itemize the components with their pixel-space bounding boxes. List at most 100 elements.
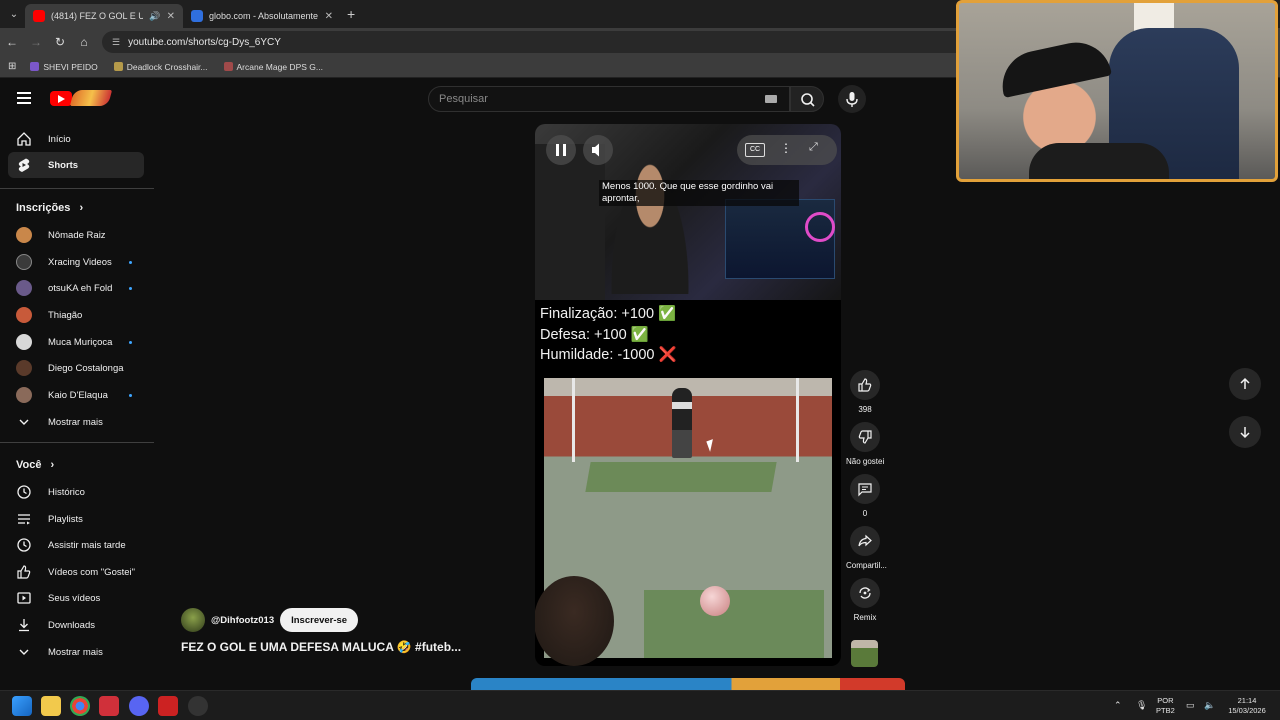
tray-expand-icon[interactable]: ⌃: [1114, 700, 1122, 710]
windows-start-icon[interactable]: [12, 696, 32, 716]
new-tab-icon[interactable]: +: [347, 6, 355, 22]
short-title[interactable]: FEZ O GOL E UMA DEFESA MALUCA 🤣 #futeb..…: [181, 640, 461, 654]
sidebar-item-shorts[interactable]: Shorts: [8, 152, 144, 178]
volume-tray-icon[interactable]: 🔈: [1204, 700, 1215, 710]
channel-avatar[interactable]: [181, 608, 205, 632]
screen: ⌄ (4814) FEZ O GOL E UMA D 🔊 ✕ globo.com…: [0, 0, 1280, 720]
remix-action[interactable]: Remix: [846, 578, 884, 622]
new-content-dot: [129, 393, 132, 397]
search-input[interactable]: Pesquisar: [428, 86, 790, 112]
subscriptions-show-more[interactable]: Mostrar mais: [8, 409, 144, 435]
back-icon[interactable]: ←: [0, 35, 24, 49]
chrome-icon[interactable]: [70, 696, 90, 716]
pause-button[interactable]: [546, 135, 576, 165]
sidebar-item-label: Thiagão: [48, 309, 83, 321]
home-icon[interactable]: ⌂: [72, 35, 96, 49]
clock[interactable]: 21:14 15/03/2026: [1226, 696, 1268, 716]
keyboard-icon[interactable]: [765, 95, 777, 103]
bookmark-icon: [30, 62, 40, 71]
microphone-tray-icon[interactable]: 🎙: [1136, 700, 1147, 710]
app-icon[interactable]: [188, 696, 208, 716]
like-action[interactable]: 398: [846, 370, 884, 414]
site-info-icon[interactable]: ☰: [112, 37, 120, 48]
captions-button[interactable]: CC: [745, 143, 765, 157]
sidebar-item-label: Diego Costalonga: [48, 362, 124, 374]
tab-close-icon[interactable]: ✕: [167, 11, 175, 22]
field-mat: [644, 590, 824, 658]
you-show-more[interactable]: Mostrar mais: [8, 639, 144, 665]
youtube-logo-icon[interactable]: [50, 91, 72, 106]
sound-thumbnail[interactable]: [851, 640, 878, 667]
new-content-dot: [129, 286, 132, 290]
sidebar-divider: [0, 442, 154, 443]
ring-light: [805, 212, 835, 242]
tab-search-button[interactable]: ⌄: [3, 3, 25, 25]
forward-icon[interactable]: →: [24, 35, 48, 49]
next-short-button[interactable]: [1229, 416, 1261, 448]
channel-name[interactable]: @Dihfootz013: [211, 615, 274, 626]
bookmark-label: Arcane Mage DPS G...: [236, 61, 323, 72]
tab-audio-icon[interactable]: 🔊: [149, 11, 160, 22]
address-bar[interactable]: ☰ youtube.com/shorts/cg-Dys_6YCY: [102, 31, 1002, 53]
globo-favicon-icon: [191, 10, 203, 22]
comment-action[interactable]: 0: [846, 474, 884, 518]
more-options-icon[interactable]: ⋮: [780, 141, 792, 155]
dislike-button[interactable]: [850, 422, 880, 452]
video-caption: Menos 1000. Que que esse gordinho vai ap…: [599, 180, 799, 206]
tab-title: (4814) FEZ O GOL E UMA D: [51, 11, 144, 21]
sidebar-item-downloads[interactable]: Downloads: [8, 612, 144, 638]
sidebar-item-subscription[interactable]: Muca Muriçoca: [8, 329, 144, 355]
sidebar-item-subscription[interactable]: Nômade Raiz: [8, 222, 144, 248]
sidebar-item-label: Xracing Videos: [48, 256, 112, 268]
app-icon[interactable]: [158, 696, 178, 716]
short-player[interactable]: CC ⋮ ⤢ Menos 1000. Que que esse gordinho…: [535, 124, 841, 666]
logo-doodle-icon[interactable]: [69, 90, 113, 106]
previous-short-button[interactable]: [1229, 368, 1261, 400]
reload-icon[interactable]: ↻: [48, 35, 72, 49]
fullscreen-icon[interactable]: ⤢: [809, 141, 818, 154]
sidebar-item-subscription[interactable]: Thiagão: [8, 302, 144, 328]
tab-youtube[interactable]: (4814) FEZ O GOL E UMA D 🔊 ✕: [25, 4, 183, 28]
sidebar-item-subscription[interactable]: otsuKA eh Fold: [8, 275, 144, 301]
discord-icon[interactable]: [129, 696, 149, 716]
remix-button[interactable]: [850, 578, 880, 608]
sidebar-item-liked-videos[interactable]: Vídeos com "Gostei": [8, 559, 144, 585]
menu-icon[interactable]: [17, 92, 31, 104]
dislike-action[interactable]: Não gostei: [846, 422, 884, 466]
bookmark-item[interactable]: SHEVI PEIDO: [30, 62, 98, 72]
voice-search-button[interactable]: [838, 85, 866, 113]
chevron-right-icon: ›: [50, 459, 55, 471]
network-icon[interactable]: ▭: [1186, 700, 1195, 710]
bookmark-item[interactable]: Arcane Mage DPS G...: [223, 61, 323, 72]
search-button[interactable]: [790, 86, 824, 112]
subscribe-button[interactable]: Inscrever-se: [280, 608, 359, 632]
language-indicator[interactable]: POR PTB2: [1156, 696, 1175, 716]
url-text: youtube.com/shorts/cg-Dys_6YCY: [128, 36, 281, 48]
sidebar-item-playlists[interactable]: Playlists: [8, 506, 144, 532]
keyboard-layout: PTB2: [1156, 706, 1175, 715]
like-button[interactable]: [850, 370, 880, 400]
playlists-icon: [16, 511, 32, 527]
sidebar-item-home[interactable]: Início: [8, 126, 144, 152]
share-action[interactable]: Compartil...: [846, 526, 887, 570]
comment-button[interactable]: [850, 474, 880, 504]
channel-avatar: [16, 280, 32, 296]
subscriptions-heading[interactable]: Inscrições ›: [16, 202, 83, 214]
sidebar-item-watch-later[interactable]: Assistir mais tarde: [8, 532, 144, 558]
sidebar-item-subscription[interactable]: Kaio D'Elaqua: [8, 382, 144, 408]
share-button[interactable]: [850, 526, 880, 556]
apps-icon[interactable]: ⊞: [8, 61, 16, 72]
next-short-preview[interactable]: [471, 678, 905, 690]
volume-button[interactable]: [583, 135, 613, 165]
sidebar-item-your-videos[interactable]: Seus vídeos: [8, 585, 144, 611]
tab-close-icon[interactable]: ✕: [325, 11, 333, 22]
sidebar-item-subscription[interactable]: Xracing Videos: [8, 249, 144, 275]
bookmark-item[interactable]: Deadlock Crosshair...: [113, 62, 208, 72]
file-explorer-icon[interactable]: [41, 696, 61, 716]
sidebar-item-history[interactable]: Histórico: [8, 479, 144, 505]
tab-globo[interactable]: globo.com - Absolutamente tu ✕: [183, 4, 341, 28]
sidebar-item-subscription[interactable]: Diego Costalonga: [8, 355, 144, 381]
opera-gx-icon[interactable]: [99, 696, 119, 716]
you-heading[interactable]: Você ›: [16, 459, 54, 471]
bookmark-icon: [223, 62, 233, 71]
